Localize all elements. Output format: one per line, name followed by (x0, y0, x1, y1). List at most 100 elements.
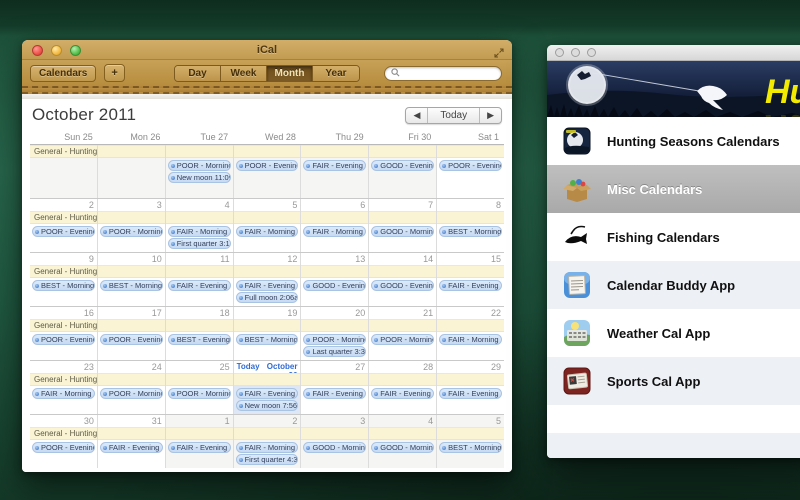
allday-event-band[interactable] (437, 319, 504, 332)
day-cell[interactable]: 1FAIR - Evening (166, 415, 234, 468)
event-pill[interactable]: FAIR - Morning (236, 442, 299, 453)
allday-event-band[interactable] (234, 319, 301, 332)
event-pill[interactable]: POOR - Evening (32, 226, 95, 237)
list-item-fishing-calendars[interactable]: Fishing Calendars (547, 213, 800, 261)
day-cell[interactable]: General - Hunting (30, 145, 98, 198)
allday-event-band[interactable] (437, 373, 504, 386)
day-cell[interactable]: POOR - Evening (437, 145, 504, 198)
day-cell[interactable]: 24POOR - Morning (98, 361, 166, 414)
event-pill[interactable]: FAIR - Evening (439, 388, 502, 399)
allday-event-band[interactable]: General - Hunting (30, 373, 97, 386)
calendars-button[interactable]: Calendars (30, 65, 96, 82)
event-pill[interactable]: FAIR - Evening (303, 160, 366, 171)
allday-event-band[interactable] (98, 211, 165, 224)
event-pill[interactable]: BEST - Morning (439, 226, 502, 237)
allday-event-band[interactable] (301, 265, 368, 278)
event-pill[interactable]: FAIR - Evening (100, 442, 163, 453)
day-cell[interactable]: POOR - MorningNew moon 11:09am (166, 145, 234, 198)
day-cell[interactable]: 12FAIR - EveningFull moon 2:06am (234, 253, 302, 306)
event-pill[interactable]: FAIR - Evening (439, 280, 502, 291)
event-pill[interactable]: FAIR - Morning (168, 226, 231, 237)
event-pill[interactable]: FAIR - Morning (439, 334, 502, 345)
event-pill[interactable]: First quarter 3:15am (168, 238, 231, 249)
allday-event-band[interactable] (437, 265, 504, 278)
zoom-button[interactable] (587, 48, 596, 57)
event-pill[interactable]: POOR - Morning (168, 160, 231, 171)
allday-event-band[interactable]: General - Hunting (30, 265, 97, 278)
day-cell[interactable]: 3GOOD - Morning (301, 415, 369, 468)
day-cell[interactable]: 15FAIR - Evening (437, 253, 504, 306)
day-cell[interactable]: 11FAIR - Evening (166, 253, 234, 306)
day-cell[interactable]: 2FAIR - MorningFirst quarter 4:38pm (234, 415, 302, 468)
allday-event-band[interactable] (234, 373, 301, 386)
search-field[interactable] (384, 66, 502, 81)
view-tab-month[interactable]: Month (267, 66, 313, 81)
event-pill[interactable]: First quarter 4:38pm (236, 454, 299, 465)
event-pill[interactable]: FAIR - Evening (168, 442, 231, 453)
event-pill[interactable]: POOR - Morning (100, 388, 163, 399)
day-cell[interactable]: 3POOR - Morning (98, 199, 166, 252)
event-pill[interactable]: GOOD - Morning (371, 226, 434, 237)
close-button[interactable] (32, 45, 43, 56)
allday-event-band[interactable] (166, 265, 233, 278)
day-cell[interactable]: GOOD - Evening (369, 145, 437, 198)
allday-event-band[interactable]: General - Hunting (30, 145, 97, 158)
allday-event-band[interactable] (234, 211, 301, 224)
allday-event-band[interactable] (437, 427, 504, 440)
event-pill[interactable]: Last quarter 3:30am (303, 346, 366, 357)
day-cell[interactable]: 20POOR - MorningLast quarter 3:30am (301, 307, 369, 360)
allday-event-band[interactable]: General - Hunting (30, 211, 97, 224)
day-cell[interactable]: 28FAIR - Evening (369, 361, 437, 414)
event-pill[interactable]: GOOD - Morning (371, 442, 434, 453)
allday-event-band[interactable] (301, 319, 368, 332)
allday-event-band[interactable] (234, 265, 301, 278)
allday-event-band[interactable]: General - Hunting (30, 427, 97, 440)
day-cell[interactable]: 10BEST - Morning (98, 253, 166, 306)
allday-event-band[interactable] (234, 145, 301, 158)
day-cell[interactable]: 23General - HuntingFAIR - Morning (30, 361, 98, 414)
day-cell[interactable]: 19BEST - Morning (234, 307, 302, 360)
event-pill[interactable]: FAIR - Morning (236, 226, 299, 237)
day-cell[interactable]: 4FAIR - MorningFirst quarter 3:15am (166, 199, 234, 252)
event-pill[interactable]: POOR - Morning (303, 334, 366, 345)
allday-event-band[interactable] (437, 211, 504, 224)
event-pill[interactable]: FAIR - Evening (168, 280, 231, 291)
allday-event-band[interactable] (166, 319, 233, 332)
day-cell[interactable]: FAIR - Evening (301, 145, 369, 198)
day-cell[interactable]: 18BEST - Evening (166, 307, 234, 360)
day-cell[interactable]: POOR - Evening (234, 145, 302, 198)
list-item-sports-cal-app[interactable]: Sports Cal App (547, 357, 800, 405)
day-cell[interactable]: 14GOOD - Evening (369, 253, 437, 306)
allday-event-band[interactable]: General - Hunting (30, 319, 97, 332)
zoom-button[interactable] (70, 45, 81, 56)
allday-event-band[interactable] (369, 319, 436, 332)
day-cell[interactable]: 16General - HuntingPOOR - Evening (30, 307, 98, 360)
event-pill[interactable]: Full moon 2:06am (236, 292, 299, 303)
day-cell[interactable]: 29FAIR - Evening (437, 361, 504, 414)
allday-event-band[interactable] (234, 427, 301, 440)
list-item-weather-cal-app[interactable]: Weather Cal App (547, 309, 800, 357)
day-cell[interactable]: 31FAIR - Evening (98, 415, 166, 468)
list-item-hunting-seasons-calendars[interactable]: Hunting Seasons Calendars (547, 117, 800, 165)
event-pill[interactable]: POOR - Evening (100, 334, 163, 345)
day-cell[interactable]: 22FAIR - Morning (437, 307, 504, 360)
event-pill[interactable]: FAIR - Morning (32, 388, 95, 399)
event-pill[interactable]: POOR - Evening (439, 160, 502, 171)
allday-event-band[interactable] (98, 145, 165, 158)
view-tab-week[interactable]: Week (221, 66, 267, 81)
allday-event-band[interactable] (301, 427, 368, 440)
event-pill[interactable]: BEST - Morning (100, 280, 163, 291)
day-cell[interactable]: 9General - HuntingBEST - Morning (30, 253, 98, 306)
allday-event-band[interactable] (98, 265, 165, 278)
day-cell[interactable]: 6FAIR - Morning (301, 199, 369, 252)
view-tab-day[interactable]: Day (175, 66, 221, 81)
event-pill[interactable]: FAIR - Evening (303, 388, 366, 399)
event-pill[interactable]: FAIR - Evening (371, 388, 434, 399)
day-cell[interactable]: 25POOR - Morning (166, 361, 234, 414)
allday-event-band[interactable] (98, 373, 165, 386)
prev-month-button[interactable]: ◀ (406, 108, 428, 123)
allday-event-band[interactable] (369, 145, 436, 158)
event-pill[interactable]: FAIR - Evening (236, 280, 299, 291)
day-cell[interactable]: 21POOR - Morning (369, 307, 437, 360)
event-pill[interactable]: GOOD - Evening (303, 280, 366, 291)
